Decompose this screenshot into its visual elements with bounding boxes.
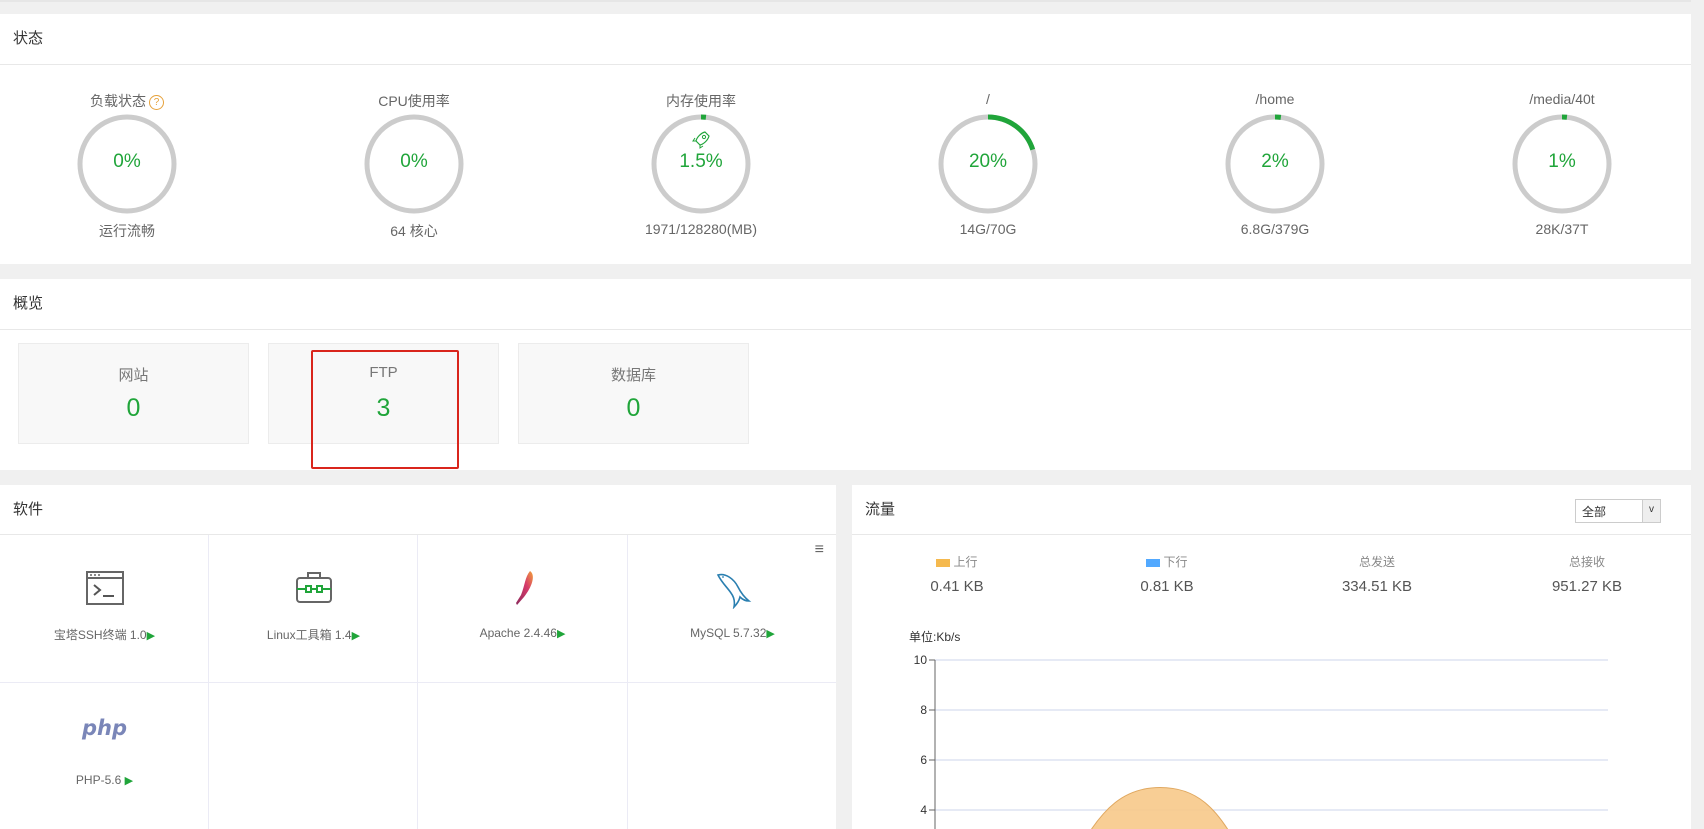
software-name[interactable]: MySQL 5.7.32▶ [628,626,837,640]
stat-value: 0.41 KB [930,578,984,595]
software-panel: 软件 ≡ 宝塔SSH终端 1.0▶ Linux工具箱 1.4▶ Apache 2… [0,485,836,829]
gauges-row: 负载状态? 0% 运行流畅 CPU使用率 0% 64 核心 内存使用率 1.5%… [0,64,1691,264]
traffic-filter-select[interactable]: 全部 v [1575,499,1661,523]
mysql-dolphin-icon [628,569,837,610]
play-arrow-icon[interactable]: ▶ [147,630,155,642]
stat-value: 0.81 KB [1140,578,1194,595]
stat-label: 总发送 [1358,555,1395,569]
gauge-label: 负载状态? [0,91,257,111]
overview-title: 概览 [13,295,44,312]
upload-area [1091,786,1229,829]
software-name[interactable]: 宝塔SSH终端 1.0▶ [0,626,209,643]
stat-label: 上行 [852,553,1062,570]
gauge-sub: 14G/70G [959,221,1017,237]
software-item-apache[interactable]: Apache 2.4.46▶ [418,535,627,682]
chart-unit-label: 单位:Kb/s [909,629,960,644]
gauge-sub: 64 核心 [390,223,438,239]
stat-value: 334.51 KB [1341,578,1413,595]
select-value: 全部 [1582,505,1607,519]
php-logo: php [81,716,127,740]
gauge-percent: 2% [1261,151,1289,172]
software-item-mysql[interactable]: MySQL 5.7.32▶ [628,535,837,682]
stat-total-received: 总接收 951.27 KB [1482,553,1692,595]
card-value[interactable]: 0 [519,394,748,423]
gauge-label: /home [1255,91,1295,107]
gauge-percent: 1% [1548,151,1576,172]
status-panel: 状态 负载状态? 0% 运行流畅 CPU使用率 0% 64 核心 内存使用率 1… [0,14,1691,264]
card-label: 数据库 [610,367,656,384]
overview-card-database[interactable]: 数据库 0 [518,343,749,444]
software-name[interactable]: Apache 2.4.46▶ [418,626,627,640]
gauge-label: CPU使用率 [378,93,450,109]
software-name[interactable]: PHP-5.6 ▶ [0,773,209,787]
gauge-percent: 20% [968,151,1008,172]
software-item-toolbox[interactable]: Linux工具箱 1.4▶ [209,535,418,682]
stat-total-sent: 总发送 334.51 KB [1272,553,1482,595]
gauge-percent: 0% [400,151,428,172]
gauge-sub: 28K/37T [1535,221,1589,237]
y-tick-label: 6 [920,753,927,767]
traffic-chart: 单位:Kb/s 10 8 6 4 [909,629,1608,829]
upload-legend-swatch [936,558,951,567]
gauge-label: /media/40t [1529,91,1595,107]
traffic-title: 流量 [865,501,896,518]
ftp-highlight-box [311,350,459,469]
play-arrow-icon[interactable]: ▶ [352,630,360,642]
gauge-sub: 运行流畅 [99,223,155,239]
top-strip [0,0,1691,2]
play-arrow-icon[interactable]: ▶ [125,775,133,787]
php-icon: php [0,716,209,756]
chevron-down-icon[interactable]: v [1642,500,1660,522]
card-value[interactable]: 0 [19,394,248,423]
stat-label: 下行 [1062,553,1272,570]
card-label: 网站 [118,367,149,384]
overview-card-websites[interactable]: 网站 0 [18,343,249,444]
y-tick-label: 10 [914,653,928,667]
toolbox-icon [209,569,418,609]
gauge-sub: 1971/128280(MB) [644,221,758,237]
traffic-panel: 流量 全部 v 上行 0.41 KB 下行 0.81 KB 总发送 334.51… [852,485,1691,829]
help-icon[interactable]: ? [149,94,164,110]
gauge-percent: 0% [113,151,141,172]
software-title: 软件 [13,501,44,518]
gauge-percent: 1.5% [679,151,723,172]
software-name[interactable]: Linux工具箱 1.4▶ [209,626,418,643]
play-arrow-icon[interactable]: ▶ [766,628,774,640]
overview-divider [0,329,1691,330]
terminal-icon [0,569,209,609]
status-title: 状态 [13,30,44,47]
stat-value: 951.27 KB [1551,578,1623,595]
overview-panel: 概览 网站 0 FTP 3 数据库 0 [0,279,1691,470]
gauge-sub: 6.8G/379G [1240,221,1310,237]
gauge-label: / [986,91,990,107]
download-legend-swatch [1146,558,1161,567]
stat-download: 下行 0.81 KB [1062,553,1272,595]
stat-label: 总接收 [1568,555,1605,569]
stat-upload: 上行 0.41 KB [852,553,1062,595]
software-item-ssh[interactable]: 宝塔SSH终端 1.0▶ [0,535,209,682]
rocket-icon[interactable] [691,130,711,150]
gauge-label: 内存使用率 [666,93,736,109]
y-tick-label: 8 [920,703,927,717]
apache-feather-icon [418,569,627,609]
software-item-php[interactable]: php PHP-5.6 ▶ [0,682,209,829]
play-arrow-icon[interactable]: ▶ [557,628,565,640]
y-tick-label: 4 [920,803,927,817]
traffic-divider [852,534,1691,535]
